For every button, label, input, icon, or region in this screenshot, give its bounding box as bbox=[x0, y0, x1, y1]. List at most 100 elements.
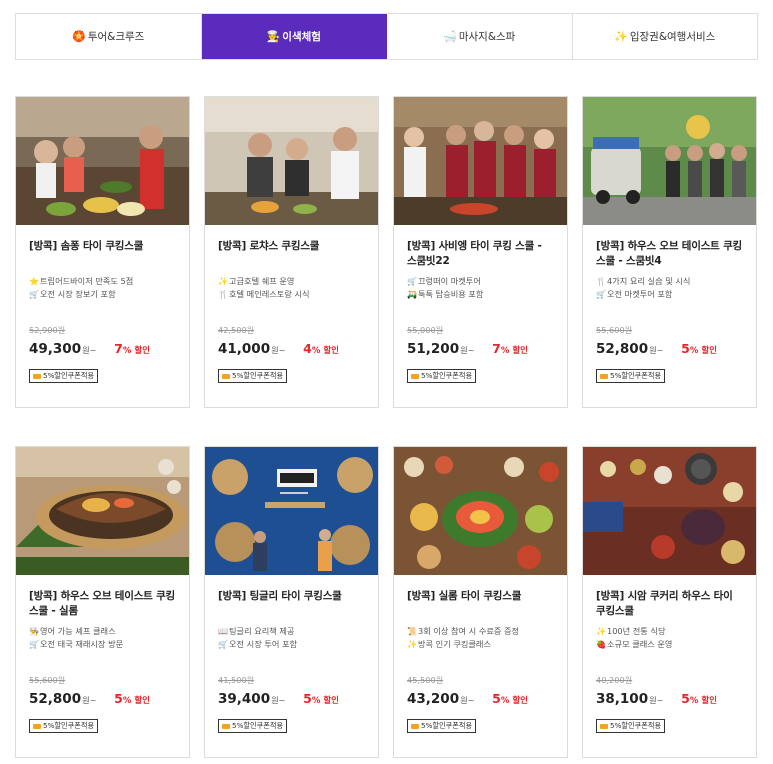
feature-text: 트립어드바이저 만족도 5점 bbox=[40, 276, 134, 286]
feature-text: 오전 시장 장보기 포함 bbox=[40, 289, 116, 299]
product-card[interactable]: [방콕] 실롬 타이 쿠킹스쿨 📜3회 이상 참여 시 수료증 증정 ✨방콕 인… bbox=[393, 446, 568, 758]
feature-line: 📖팅글리 요리책 제공 bbox=[218, 625, 365, 638]
product-image[interactable] bbox=[16, 447, 189, 575]
discount-value: 7 bbox=[492, 341, 501, 356]
product-title[interactable]: [방콕] 사비엥 타이 쿠킹 스쿨 - 스쿰빗22 bbox=[407, 239, 554, 269]
tab-label: 이색체험 bbox=[282, 31, 321, 43]
product-card[interactable]: [방콕] 하우스 오브 테이스트 쿠킹 스쿨 - 스쿰빗4 🍴4가지 요리 실습… bbox=[582, 96, 757, 408]
coupon-badge: 5%할인쿠폰적용 bbox=[407, 719, 477, 733]
product-image[interactable] bbox=[394, 97, 567, 225]
sparkle-icon: ✨ bbox=[596, 627, 606, 636]
product-card[interactable]: [방콕] 팅글리 타이 쿠킹스쿨 📖팅글리 요리책 제공 🛒오전 시장 투어 포… bbox=[204, 446, 379, 758]
product-card[interactable]: [방콕] 하우스 오브 테이스트 쿠킹 스쿨 - 실롬 👨‍🍳영어 가능 셰프 … bbox=[15, 446, 190, 758]
coupon-badge: 5%할인쿠폰적용 bbox=[218, 719, 288, 733]
original-price: 41,500원 bbox=[218, 675, 255, 685]
book-icon: 📖 bbox=[218, 627, 228, 636]
discount-label: % 할인 bbox=[500, 696, 528, 706]
feature-text: 4가지 요리 실습 및 시식 bbox=[607, 276, 691, 286]
discount-badge: 5% 할인 bbox=[681, 688, 717, 707]
price-unit: 원~ bbox=[649, 345, 664, 355]
price-row: 52,800 원~ 5% 할인 bbox=[29, 688, 176, 708]
feature-text: 호텔 메인레스토랑 시식 bbox=[229, 289, 310, 299]
feature-line: 🛒오전 마켓투어 포함 bbox=[596, 288, 743, 301]
feature-line: 👨‍🍳영어 가능 셰프 클래스 bbox=[29, 625, 176, 638]
tab-massage-spa[interactable]: 🛁 마사지&스파 bbox=[387, 14, 573, 59]
sparkle-icon: ✨ bbox=[407, 640, 417, 649]
coupon-text: 5%할인쿠폰적용 bbox=[610, 721, 662, 730]
product-image[interactable] bbox=[394, 447, 567, 575]
feature-text: 오전 마켓투어 포함 bbox=[607, 289, 673, 299]
discount-value: 5 bbox=[114, 691, 123, 706]
coupon-icon bbox=[222, 723, 230, 729]
feature-text: 3회 이상 참여 시 수료증 증정 bbox=[418, 626, 520, 636]
original-price: 52,900원 bbox=[29, 325, 66, 335]
product-title[interactable]: [방콕] 하우스 오브 테이스트 쿠킹 스쿨 - 스쿰빗4 bbox=[596, 239, 743, 269]
discount-badge: 5% 할인 bbox=[681, 338, 717, 357]
coupon-text: 5%할인쿠폰적용 bbox=[43, 371, 95, 380]
discount-label: % 할인 bbox=[689, 696, 717, 706]
product-image[interactable] bbox=[16, 97, 189, 225]
feature-line: ⭐트립어드바이저 만족도 5점 bbox=[29, 275, 176, 288]
product-title[interactable]: [방콕] 팅글리 타이 쿠킹스쿨 bbox=[218, 589, 365, 619]
product-title[interactable]: [방콕] 로챠스 쿠킹스쿨 bbox=[218, 239, 365, 269]
product-image[interactable] bbox=[583, 447, 756, 575]
sale-price: 41,000 bbox=[218, 341, 271, 357]
sale-price: 52,800 bbox=[29, 691, 82, 707]
sale-price: 39,400 bbox=[218, 691, 271, 707]
discount-value: 5 bbox=[492, 691, 501, 706]
price-row: 43,200 원~ 5% 할인 bbox=[407, 688, 554, 708]
tab-tour-cruise[interactable]: 🏵️ 투어&크루즈 bbox=[16, 14, 202, 59]
product-card[interactable]: [방콕] 시암 쿠커리 하우스 타이 쿠킹스쿨 ✨100년 전통 식당 🍓소규모… bbox=[582, 446, 757, 758]
feature-line: 🍴호텔 메인레스토랑 시식 bbox=[218, 288, 365, 301]
product-title[interactable]: [방콕] 솜퐁 타이 쿠킹스쿨 bbox=[29, 239, 176, 269]
original-price: 55,000원 bbox=[407, 325, 444, 335]
feature-text: 소규모 클래스 운영 bbox=[607, 639, 673, 649]
strawberry-icon: 🍓 bbox=[596, 640, 606, 649]
product-image[interactable] bbox=[205, 97, 378, 225]
product-image[interactable] bbox=[583, 97, 756, 225]
price-row: 49,300 원~ 7% 할인 bbox=[29, 338, 176, 358]
product-title[interactable]: [방콕] 하우스 오브 테이스트 쿠킹 스쿨 - 실롬 bbox=[29, 589, 176, 619]
discount-badge: 7% 할인 bbox=[492, 338, 528, 357]
price-unit: 원~ bbox=[82, 345, 97, 355]
product-card[interactable]: [방콕] 로챠스 쿠킹스쿨 ✨고급호텔 쉐프 운영 🍴호텔 메인레스토랑 시식 … bbox=[204, 96, 379, 408]
product-image[interactable] bbox=[205, 447, 378, 575]
coupon-badge: 5%할인쿠폰적용 bbox=[596, 369, 666, 383]
price-unit: 원~ bbox=[460, 695, 475, 705]
coupon-icon bbox=[222, 373, 230, 379]
discount-value: 4 bbox=[303, 341, 312, 356]
fork-knife-icon: 🍴 bbox=[596, 277, 606, 286]
product-grid: [방콕] 솜퐁 타이 쿠킹스쿨 ⭐트립어드바이저 만족도 5점 🛒오전 시장 장… bbox=[15, 96, 758, 758]
coupon-icon bbox=[33, 723, 41, 729]
tab-label: 마사지&스파 bbox=[458, 31, 516, 43]
feature-line: 📜3회 이상 참여 시 수료증 증정 bbox=[407, 625, 554, 638]
discount-value: 5 bbox=[303, 691, 312, 706]
feature-text: 툭툭 탑승비용 포함 bbox=[418, 289, 484, 299]
price-row: 38,100 원~ 5% 할인 bbox=[596, 688, 743, 708]
discount-badge: 5% 할인 bbox=[492, 688, 528, 707]
discount-label: % 할인 bbox=[311, 696, 339, 706]
product-card[interactable]: [방콕] 사비엥 타이 쿠킹 스쿨 - 스쿰빗22 🛒끄렁떠이 마켓투어 🛺툭툭… bbox=[393, 96, 568, 408]
tab-experience[interactable]: 🧑‍🍳 이색체험 bbox=[201, 14, 387, 59]
original-price: 55,600원 bbox=[29, 675, 66, 685]
coupon-badge: 5%할인쿠폰적용 bbox=[596, 719, 666, 733]
discount-label: % 할인 bbox=[311, 346, 339, 356]
feature-line: 🛒끄렁떠이 마켓투어 bbox=[407, 275, 554, 288]
product-title[interactable]: [방콕] 실롬 타이 쿠킹스쿨 bbox=[407, 589, 554, 619]
sparkle-icon: ✨ bbox=[614, 30, 628, 43]
feature-line: 🛺툭툭 탑승비용 포함 bbox=[407, 288, 554, 301]
spa-icon: 🛁 bbox=[443, 30, 457, 43]
price-row: 39,400 원~ 5% 할인 bbox=[218, 688, 365, 708]
experience-icon: 🧑‍🍳 bbox=[266, 30, 281, 43]
product-card[interactable]: [방콕] 솜퐁 타이 쿠킹스쿨 ⭐트립어드바이저 만족도 5점 🛒오전 시장 장… bbox=[15, 96, 190, 408]
tab-tickets-services[interactable]: ✨ 입장권&여행서비스 bbox=[572, 14, 757, 59]
discount-badge: 4% 할인 bbox=[303, 338, 339, 357]
original-price: 42,500원 bbox=[218, 325, 255, 335]
price-unit: 원~ bbox=[271, 695, 286, 705]
feature-text: 영어 가능 셰프 클래스 bbox=[40, 626, 116, 636]
feature-line: 🛒오전 시장 장보기 포함 bbox=[29, 288, 176, 301]
feature-text: 끄렁떠이 마켓투어 bbox=[418, 276, 481, 286]
price-unit: 원~ bbox=[649, 695, 664, 705]
cart-icon: 🛒 bbox=[407, 277, 417, 286]
product-title[interactable]: [방콕] 시암 쿠커리 하우스 타이 쿠킹스쿨 bbox=[596, 589, 743, 619]
